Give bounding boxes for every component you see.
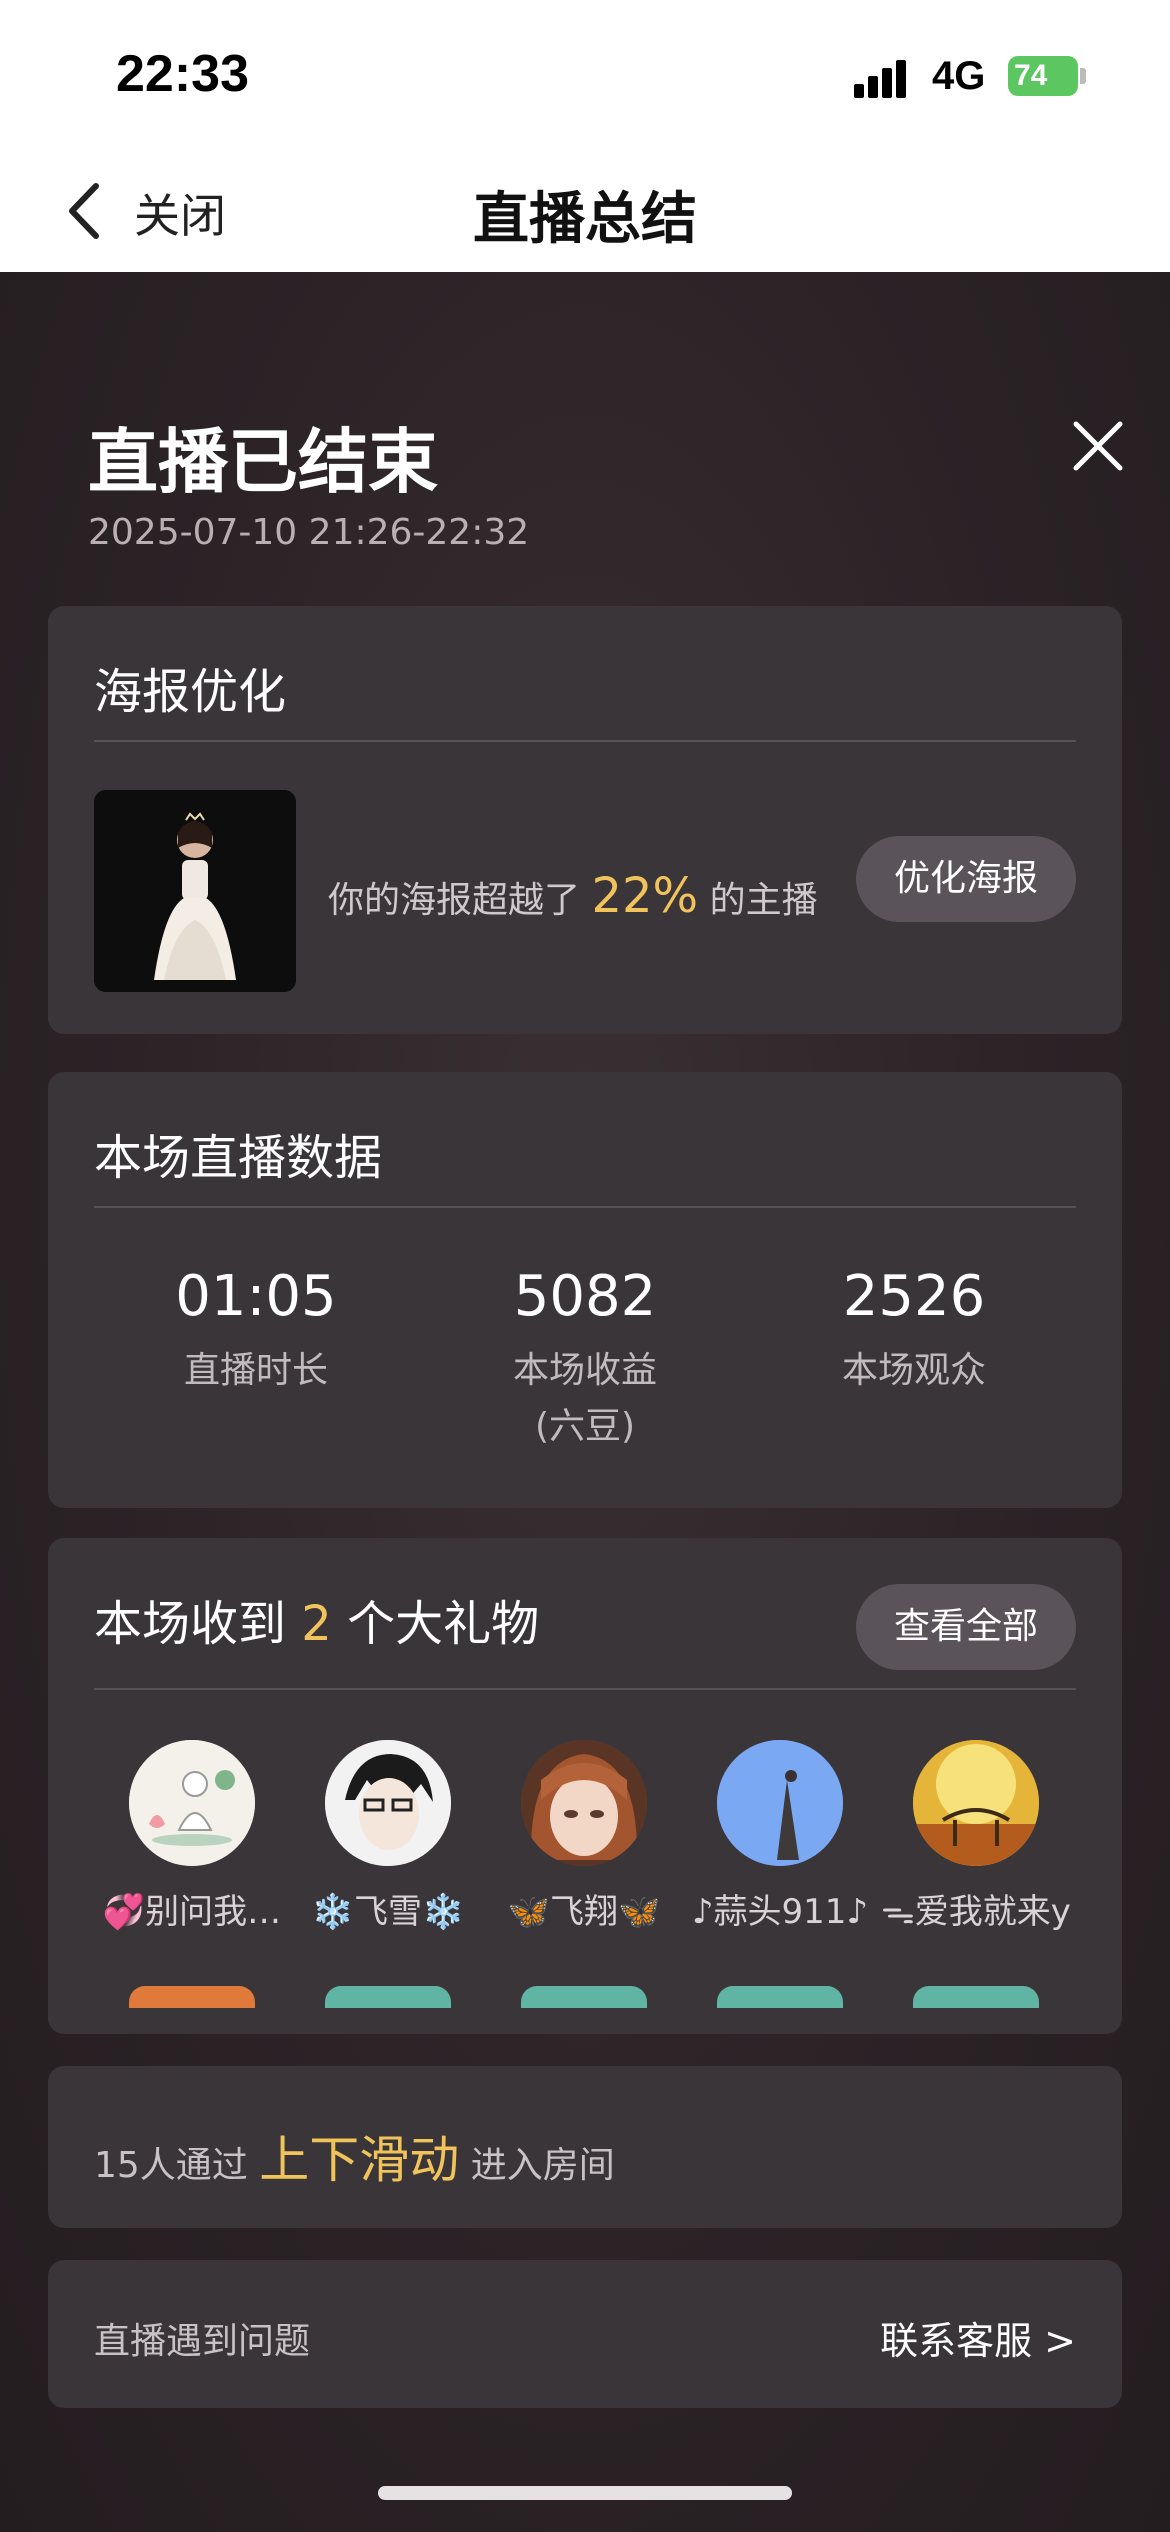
poster-card: 海报优化 你的海报超越了 22% 的主播 优化海报 xyxy=(48,606,1122,1034)
poster-card-title: 海报优化 xyxy=(94,664,287,720)
swipe-entry-card: 15人通过 上下滑动 进入房间 xyxy=(48,2066,1122,2228)
avatar[interactable] xyxy=(521,1740,647,1866)
avatar[interactable] xyxy=(913,1740,1039,1866)
ended-title: 直播已结束 xyxy=(88,421,438,503)
autumn-avatar-image xyxy=(913,1740,1039,1866)
help-card[interactable]: 直播遇到问题 联系客服 > xyxy=(48,2260,1122,2408)
help-label: 直播遇到问题 xyxy=(94,2321,311,2362)
main-content: 直播已结束 2025-07-10 21:26-22:32 海报优化 你的海报超越… xyxy=(0,272,1170,2532)
poster-image xyxy=(94,790,296,992)
gifts-title-suffix: 个大礼物 xyxy=(347,1596,540,1652)
gifts-card-title: 本场收到 2 个大礼物 xyxy=(94,1584,539,1654)
swipe-suffix: 进入房间 xyxy=(470,2145,615,2186)
gift-user-name: ♪蒜头911♪ xyxy=(691,1892,869,1932)
stat-value: 01:05 xyxy=(175,1264,337,1329)
figure-avatar-image xyxy=(717,1740,843,1866)
swipe-highlight: 上下滑动 xyxy=(259,2131,460,2189)
ended-time-range: 2025-07-10 21:26-22:32 xyxy=(88,512,530,553)
network-type: 4G xyxy=(932,54,986,98)
stat-label: 本场观众 xyxy=(841,1350,986,1391)
avatar[interactable] xyxy=(325,1740,451,1866)
stats-card: 本场直播数据 01:05 直播时长 5082 本场收益 (六豆) 2526 本场… xyxy=(48,1072,1122,1508)
avatar[interactable] xyxy=(129,1740,255,1866)
level-badge xyxy=(717,1986,843,2008)
gift-user-name: ᯓ爱我就来y xyxy=(881,1892,1071,1932)
doll-avatar-image xyxy=(521,1740,647,1866)
home-indicator[interactable] xyxy=(378,2486,792,2500)
stat-viewers: 2526 本场观众 xyxy=(764,1264,1064,1399)
gift-user-name: 🦋飞翔🦋 xyxy=(507,1892,661,1932)
view-all-button[interactable]: 查看全部 xyxy=(856,1584,1076,1670)
lotus-avatar-image xyxy=(129,1740,255,1866)
gifts-card: 本场收到 2 个大礼物 查看全部 💞别问我… ❄️飞雪❄️ 🦋飞翔🦋 ♪蒜头91… xyxy=(48,1538,1122,2034)
gift-user-name: ❄️飞雪❄️ xyxy=(311,1892,465,1932)
level-badge xyxy=(521,1986,647,2008)
poster-rank-suffix: 的主播 xyxy=(709,880,818,921)
divider xyxy=(94,1688,1076,1690)
anime-avatar-image xyxy=(325,1740,451,1866)
battery-tip xyxy=(1080,68,1086,84)
poster-thumbnail[interactable] xyxy=(94,790,296,992)
signal-icon xyxy=(854,58,914,98)
poster-rank-text: 你的海报超越了 22% 的主播 xyxy=(328,868,818,924)
gifts-count: 2 xyxy=(301,1596,332,1652)
contact-support-link[interactable]: 联系客服 > xyxy=(880,2310,1076,2365)
poster-rank-prefix: 你的海报超越了 xyxy=(328,880,581,921)
stats-card-title: 本场直播数据 xyxy=(94,1130,383,1186)
status-bar: 22:33 4G 74 xyxy=(0,0,1170,150)
gifts-title-prefix: 本场收到 xyxy=(94,1596,287,1652)
battery-level: 74 xyxy=(1014,59,1048,92)
avatar[interactable] xyxy=(717,1740,843,1866)
status-time: 22:33 xyxy=(116,45,249,103)
level-badge xyxy=(129,1986,255,2008)
stat-sublabel: (六豆) xyxy=(534,1406,636,1447)
gift-user-name: 💞别问我… xyxy=(102,1892,282,1932)
stat-value: 2526 xyxy=(842,1264,986,1329)
page-title: 直播总结 xyxy=(473,187,697,252)
close-icon[interactable] xyxy=(1068,416,1128,476)
stat-label: 直播时长 xyxy=(183,1350,328,1391)
poster-rank-percent: 22% xyxy=(591,868,699,924)
optimize-poster-button[interactable]: 优化海报 xyxy=(856,836,1076,922)
divider xyxy=(94,1206,1076,1208)
battery-icon: 74 xyxy=(1008,56,1078,96)
stat-earnings: 5082 本场收益 (六豆) xyxy=(435,1264,735,1455)
nav-bar: 关闭 直播总结 xyxy=(0,150,1170,272)
level-badge xyxy=(913,1986,1039,2008)
stat-label: 本场收益 xyxy=(512,1350,657,1391)
stat-duration: 01:05 直播时长 xyxy=(106,1264,406,1399)
stat-value: 5082 xyxy=(513,1264,657,1329)
level-badge xyxy=(325,1986,451,2008)
divider xyxy=(94,740,1076,742)
swipe-entry-text: 15人通过 上下滑动 进入房间 xyxy=(94,2120,615,2192)
swipe-count-text: 15人通过 xyxy=(94,2145,248,2186)
